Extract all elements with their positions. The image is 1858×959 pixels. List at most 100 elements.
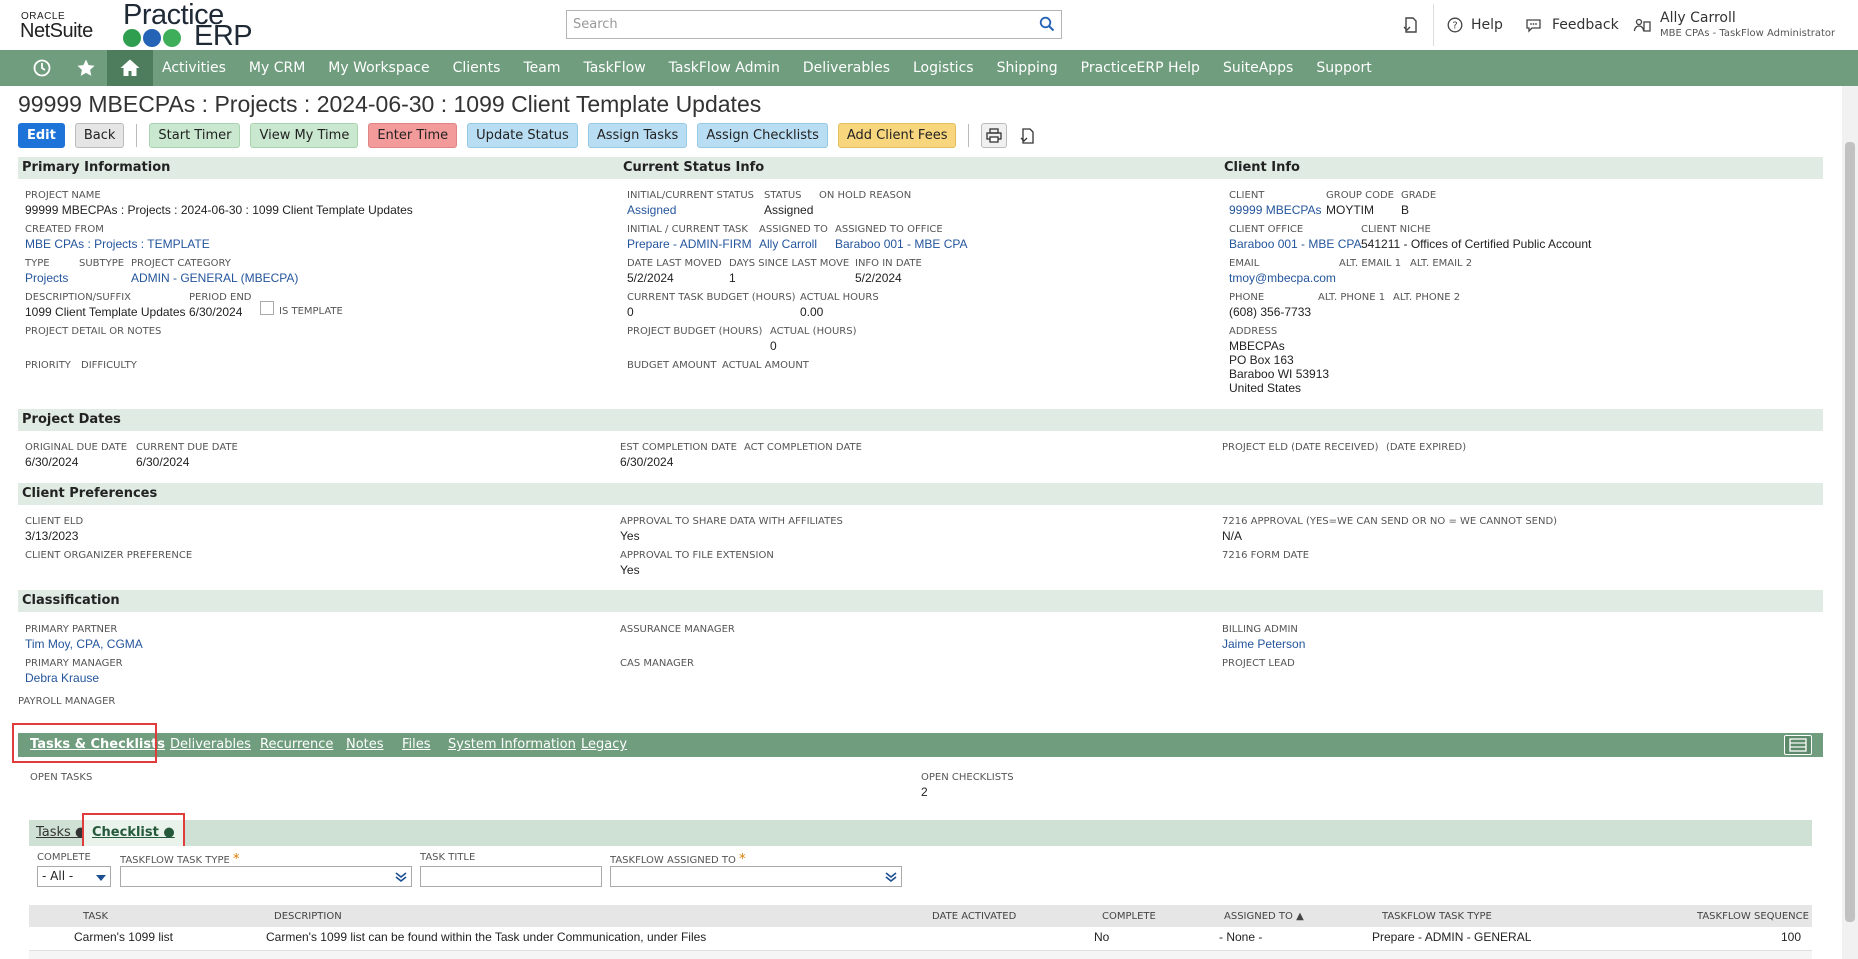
user-menu[interactable]: Ally Carroll MBE CPAs - TaskFlow Adminis… (1660, 10, 1835, 39)
add-client-fees-button[interactable]: Add Client Fees (837, 123, 957, 148)
print-button[interactable] (981, 123, 1008, 148)
task-type-filter-select[interactable] (120, 866, 412, 887)
svg-text:?: ? (1452, 21, 1457, 32)
search-placeholder: Search (573, 17, 618, 32)
row-task[interactable]: Carmen's 1099 list (74, 930, 173, 944)
table-row[interactable]: Carmen's 1099 list Carmen's 1099 list ca… (29, 927, 1812, 949)
assigned-office-link[interactable]: Baraboo 001 - MBE CPA (835, 237, 968, 251)
nav-item-activities[interactable]: Activities (162, 60, 226, 76)
nav-item-my-crm[interactable]: My CRM (249, 60, 305, 76)
user-roles-icon[interactable] (1633, 0, 1651, 50)
status-label: STATUS (764, 190, 802, 201)
recent-records-icon[interactable] (1402, 0, 1420, 50)
complete-filter-select[interactable]: - All - (37, 866, 111, 887)
nav-item-taskflow-admin[interactable]: TaskFlow Admin (669, 60, 780, 76)
primary-manager-link[interactable]: Debra Krause (25, 671, 99, 685)
nav-item-suiteapps[interactable]: SuiteApps (1223, 60, 1293, 76)
recent-history-icon[interactable] (20, 50, 64, 86)
global-search-input[interactable]: Search (566, 10, 1062, 39)
assurance-manager-label: ASSURANCE MANAGER (620, 624, 735, 635)
task-title-filter-label: TASK TITLE (420, 852, 476, 863)
task-type-filter-label: TASKFLOW TASK TYPE * (120, 852, 240, 867)
initial-task-link[interactable]: Prepare - ADMIN-FIRM (627, 237, 752, 251)
date-expired-label: (DATE EXPIRED) (1386, 442, 1467, 453)
col-task[interactable]: TASK (83, 911, 108, 922)
group-code-label: GROUP CODE (1326, 190, 1394, 201)
nav-item-taskflow[interactable]: TaskFlow (583, 60, 645, 76)
project-detail-label: PROJECT DETAIL OR NOTES (25, 326, 162, 337)
view-my-time-button[interactable]: View My Time (250, 123, 359, 148)
email-link[interactable]: tmoy@mbecpa.com (1229, 271, 1336, 285)
alt-phone1-label: ALT. PHONE 1 (1318, 292, 1386, 303)
type-label: TYPE (25, 258, 50, 269)
start-timer-button[interactable]: Start Timer (149, 123, 241, 148)
dropdown-arrow-icon (96, 871, 106, 885)
feedback-link[interactable]: Feedback (1525, 0, 1619, 50)
panel-layout-icon[interactable] (1784, 735, 1812, 755)
search-icon[interactable] (1039, 16, 1055, 36)
client-office-link[interactable]: Baraboo 001 - MBE CPA (1229, 237, 1362, 251)
tab-recurrence[interactable]: Recurrence (260, 737, 333, 752)
home-icon[interactable] (107, 50, 153, 86)
netsuite-logo-text[interactable]: NetSuite (20, 20, 93, 43)
client-preferences-heading: Client Preferences (22, 486, 158, 501)
initial-status-link[interactable]: Assigned (627, 203, 676, 217)
col-taskflow-task-type[interactable]: TASKFLOW TASK TYPE (1382, 911, 1492, 922)
est-completion-label: EST COMPLETION DATE (620, 442, 737, 453)
tab-notes[interactable]: Notes (346, 737, 384, 752)
billing-admin-link[interactable]: Jaime Peterson (1222, 637, 1305, 651)
approval-7216-label: 7216 APPROVAL (YES=WE CAN SEND OR NO = W… (1222, 516, 1558, 527)
primary-partner-link[interactable]: Tim Moy, CPA, CGMA (25, 637, 143, 651)
tab-legacy[interactable]: Legacy (581, 737, 627, 752)
assign-tasks-button[interactable]: Assign Tasks (587, 123, 688, 148)
task-title-filter-input[interactable] (420, 866, 602, 887)
col-date-activated[interactable]: DATE ACTIVATED (932, 911, 1016, 922)
subtab-tasks[interactable]: Tasks ● (36, 825, 86, 840)
address-label: ADDRESS (1229, 326, 1278, 337)
col-taskflow-sequence[interactable]: TASKFLOW SEQUENCE (1697, 911, 1809, 922)
page-scrollbar[interactable] (1842, 86, 1858, 959)
tab-files[interactable]: Files (402, 737, 431, 752)
highlight-box-checklist-tab (82, 813, 185, 850)
col-description[interactable]: DESCRIPTION (274, 911, 342, 922)
nav-item-my-workspace[interactable]: My Workspace (328, 60, 429, 76)
primary-manager-label: PRIMARY MANAGER (25, 658, 123, 669)
project-category-link[interactable]: ADMIN - GENERAL (MBECPA) (131, 271, 298, 285)
help-link[interactable]: ? Help (1447, 0, 1503, 50)
nav-item-support[interactable]: Support (1316, 60, 1371, 76)
nav-item-clients[interactable]: Clients (453, 60, 501, 76)
assigned-to-filter-select[interactable] (610, 866, 902, 887)
favorites-star-icon[interactable] (64, 50, 108, 86)
task-budget-label: CURRENT TASK BUDGET (HOURS) (627, 292, 796, 303)
tab-system-information[interactable]: System Information (448, 737, 576, 752)
col-complete[interactable]: COMPLETE (1102, 911, 1156, 922)
project-lead-label: PROJECT LEAD (1222, 658, 1295, 669)
enter-time-button[interactable]: Enter Time (368, 123, 458, 148)
nav-item-logistics[interactable]: Logistics (913, 60, 974, 76)
nav-item-deliverables[interactable]: Deliverables (803, 60, 890, 76)
initial-status-label: INITIAL/CURRENT STATUS (627, 190, 755, 201)
update-status-button[interactable]: Update Status (467, 123, 578, 148)
practice-erp-logo[interactable]: Practice ERP (121, 0, 253, 52)
sublist-tabs: Tasks ● Checklist ● (29, 820, 1812, 846)
created-from-link[interactable]: MBE CPAs : Projects : TEMPLATE (25, 237, 210, 251)
more-actions-icon[interactable] (1017, 125, 1039, 147)
nav-item-practiceerp-help[interactable]: PracticeERP Help (1081, 60, 1200, 76)
open-checklists-value: 2 (921, 785, 928, 799)
assigned-to-link[interactable]: Ally Carroll (759, 237, 817, 251)
edit-button[interactable]: Edit (18, 123, 65, 148)
scrollbar-thumb[interactable] (1845, 142, 1855, 922)
client-eld-label: CLIENT ELD (25, 516, 84, 527)
double-chevron-icon-2 (885, 871, 897, 886)
client-info-heading: Client Info (1224, 160, 1300, 175)
assign-checklists-button[interactable]: Assign Checklists (697, 123, 828, 148)
col-assigned-to[interactable]: ASSIGNED TO ▲ (1224, 911, 1304, 922)
row-sequence: 100 (1781, 930, 1802, 944)
type-link[interactable]: Projects (25, 271, 68, 285)
tab-deliverables[interactable]: Deliverables (170, 737, 251, 752)
nav-item-shipping[interactable]: Shipping (997, 60, 1058, 76)
nav-item-team[interactable]: Team (523, 60, 560, 76)
actual-hours-total-label: ACTUAL (HOURS) (770, 326, 857, 337)
back-button[interactable]: Back (74, 123, 125, 148)
client-link[interactable]: 99999 MBECPAs (1229, 203, 1322, 217)
